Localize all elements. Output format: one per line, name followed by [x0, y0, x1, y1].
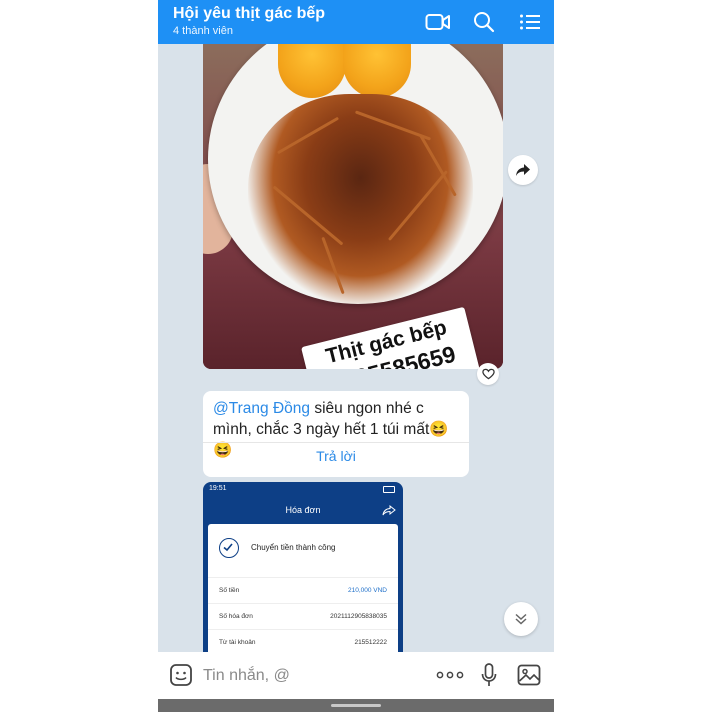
receipt-share-icon: [382, 503, 396, 521]
menu-list-icon[interactable]: [517, 10, 543, 34]
transfer-success-text: Chuyển tiền thành công: [251, 543, 336, 552]
group-title[interactable]: Hội yêu thịt gác bếp: [173, 5, 325, 23]
receipt-title: Hóa đơn: [285, 505, 321, 515]
video-call-icon[interactable]: [425, 10, 451, 34]
receipt-row: Số hóa đơn 2021112905838035: [208, 603, 398, 630]
microphone-icon[interactable]: [476, 662, 502, 688]
message-input-bar: Tin nhắn, @: [158, 652, 554, 699]
chat-header: Hội yêu thịt gác bếp 4 thành viên: [158, 0, 554, 44]
scroll-down-button[interactable]: [504, 602, 538, 636]
home-indicator[interactable]: [331, 704, 381, 707]
chat-screen: Hội yêu thịt gác bếp 4 thành viên Thịt g…: [158, 0, 554, 712]
mention-link[interactable]: @Trang Đồng: [213, 400, 310, 417]
receipt-status-bar: 19:51: [203, 482, 403, 496]
text-message-bubble[interactable]: @Trang Đồng siêu ngon nhé c mình, chắc 3…: [203, 391, 469, 477]
system-nav-bar: [158, 699, 554, 712]
receipt-row-value: 2021112905838035: [330, 613, 387, 620]
message-list[interactable]: Thịt gác bếp 0865585659 @Trang Đồng siêu…: [158, 44, 554, 652]
message-input[interactable]: Tin nhắn, @: [203, 667, 290, 685]
receipt-card: Chuyển tiền thành công Số tiền 210,000 V…: [208, 524, 398, 652]
heart-icon[interactable]: [477, 363, 499, 385]
receipt-status-time: 19:51: [209, 485, 227, 492]
sticker-icon[interactable]: [168, 662, 194, 688]
receipt-row: Từ tài khoản 215512222: [208, 629, 398, 652]
receipt-row-value: 210,000 VND: [347, 587, 387, 594]
more-options-icon[interactable]: [435, 662, 465, 688]
receipt-screenshot-message[interactable]: 19:51 Hóa đơn Chuyển tiền thành công Số …: [203, 482, 403, 652]
battery-icon: [383, 486, 395, 493]
reply-button[interactable]: Trả lời: [203, 448, 469, 464]
chevron-double-down-icon: [515, 613, 527, 625]
receipt-row-value: 215512222: [354, 639, 387, 646]
image-gallery-icon[interactable]: [516, 662, 542, 688]
photo-smoked-meat: [248, 94, 473, 304]
check-circle-icon: [219, 538, 239, 558]
receipt-row-label: Số hóa đơn: [219, 613, 253, 620]
receipt-row-label: Số tiền: [219, 587, 240, 594]
photo-message[interactable]: Thịt gác bếp 0865585659: [203, 44, 503, 369]
member-count[interactable]: 4 thành viên: [173, 25, 233, 37]
search-icon[interactable]: [471, 10, 497, 34]
share-icon[interactable]: [508, 155, 538, 185]
divider: [203, 442, 469, 443]
receipt-row: Số tiền 210,000 VND: [208, 577, 398, 604]
receipt-row-label: Từ tài khoản: [219, 639, 256, 646]
